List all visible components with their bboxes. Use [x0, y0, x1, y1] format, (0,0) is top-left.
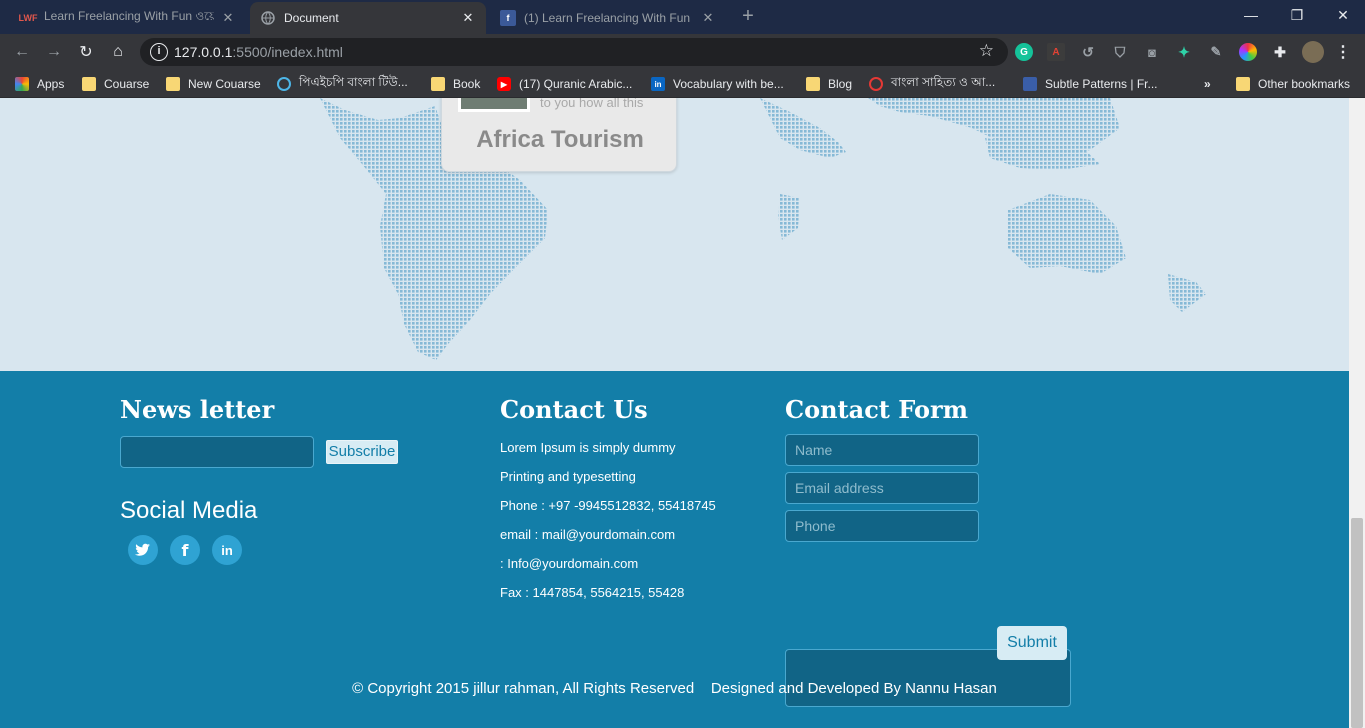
linkedin-icon: in	[651, 77, 665, 91]
page-viewport: to you how all this Africa Tourism News …	[0, 98, 1349, 728]
contact-fax: Fax : 1447854, 5564215, 55428	[500, 585, 685, 600]
bookmark-quranic-arabic[interactable]: ▶ (17) Quranic Arabic...	[497, 76, 632, 92]
address-bar[interactable]: i 127.0.0.1:5500/inedex.html ☆	[140, 38, 1008, 66]
linkedin-icon[interactable]: in	[212, 535, 242, 565]
contact-phone: Phone : +97 -9945512832, 55418745	[500, 498, 716, 513]
red-logo-icon	[869, 77, 883, 91]
folder-icon	[1236, 77, 1250, 91]
close-tab-icon[interactable]: ✕	[700, 10, 716, 26]
bookmark-subtle-patterns[interactable]: Subtle Patterns | Fr...	[1023, 76, 1158, 92]
newsletter-heading: News letter	[120, 395, 275, 424]
folder-icon	[806, 77, 820, 91]
puzzle-icon[interactable]: ✚	[1271, 43, 1289, 61]
close-window-icon[interactable]: ✕	[1320, 0, 1365, 30]
folder-icon	[431, 77, 445, 91]
phone-input[interactable]	[786, 511, 978, 541]
bookmark-blog[interactable]: Blog	[806, 76, 852, 92]
contact-info-email: : Info@yourdomain.com	[500, 556, 639, 571]
bird-icon[interactable]: ✦	[1175, 43, 1193, 61]
grammarly-icon[interactable]: G	[1015, 43, 1033, 61]
globe-icon	[260, 10, 276, 26]
bookmarks-bar: Apps Couarse New Couarse পিএইচপি বাংলা ট…	[0, 70, 1365, 98]
bookmark-book[interactable]: Book	[431, 76, 480, 92]
contact-form-heading: Contact Form	[785, 395, 969, 424]
social-media-heading: Social Media	[120, 497, 258, 524]
scrollbar-thumb[interactable]	[1351, 518, 1363, 728]
reload-icon[interactable]: ↻	[74, 40, 98, 64]
world-map-section: to you how all this Africa Tourism	[0, 98, 1349, 371]
bookmark-new-couarse[interactable]: New Couarse	[166, 76, 261, 92]
close-tab-icon[interactable]: ✕	[220, 10, 236, 26]
lwf-favicon-icon: LWF	[18, 13, 38, 23]
folder-icon	[82, 77, 96, 91]
back-icon[interactable]: ←	[10, 40, 34, 64]
newsletter-email-input[interactable]	[120, 436, 314, 468]
camera-icon[interactable]: ◙	[1143, 43, 1161, 61]
apps-grid-icon	[15, 77, 29, 91]
copyright-text: © Copyright 2015 jillur rahman, All Righ…	[352, 680, 997, 697]
contact-us-heading: Contact Us	[500, 395, 648, 424]
contact-line: Lorem Ipsum is simply dummy	[500, 440, 676, 455]
africa-tourism-callout[interactable]: to you how all this Africa Tourism	[441, 98, 677, 172]
forward-icon[interactable]: →	[42, 40, 66, 64]
tab-title: Learn Freelancing With Fun ওয়ে	[44, 9, 214, 23]
bookmark-couarse[interactable]: Couarse	[82, 76, 149, 92]
phone-field[interactable]	[785, 510, 979, 542]
page-scrollbar[interactable]	[1349, 98, 1365, 728]
bookmark-bangla-sahitya[interactable]: বাংলা সাহিত্য ও আ...	[869, 75, 995, 92]
tab-learn-freelancing[interactable]: LWF Learn Freelancing With Fun ওয়ে ✕	[10, 2, 246, 34]
email-input[interactable]	[786, 473, 978, 503]
pen-icon[interactable]: ✎	[1207, 43, 1225, 61]
restore-icon[interactable]: ❐	[1274, 0, 1320, 30]
bookmark-other[interactable]: Other bookmarks	[1236, 76, 1350, 92]
facebook-icon[interactable]: f	[170, 535, 200, 565]
name-input[interactable]	[786, 435, 978, 465]
tab-strip: LWF Learn Freelancing With Fun ওয়ে ✕ Do…	[0, 0, 1365, 34]
color-picker-icon[interactable]	[1239, 43, 1257, 61]
contact-line: Printing and typesetting	[500, 469, 636, 484]
site-info-icon[interactable]: i	[150, 43, 168, 61]
tourism-thumbnail	[458, 98, 530, 112]
subscribe-button[interactable]: Subscribe	[326, 440, 398, 464]
youtube-icon: ▶	[497, 77, 511, 91]
tab-title: (1) Learn Freelancing With Fun	[524, 11, 691, 25]
callout-title: Africa Tourism	[476, 126, 644, 153]
tab-facebook[interactable]: f (1) Learn Freelancing With Fun ✕	[490, 2, 726, 34]
callout-subtitle: to you how all this	[540, 98, 644, 110]
facebook-favicon-icon: f	[500, 10, 516, 26]
submit-button[interactable]: Submit	[997, 626, 1067, 660]
pdf-icon[interactable]: A	[1047, 43, 1065, 61]
bookmark-vocabulary[interactable]: in Vocabulary with be...	[651, 76, 784, 92]
bookmark-apps[interactable]: Apps	[15, 76, 64, 92]
email-field[interactable]	[785, 472, 979, 504]
site-footer: News letter Subscribe Social Media f in …	[0, 371, 1349, 728]
tab-title: Document	[284, 11, 339, 25]
url-text[interactable]: 127.0.0.1:5500/inedex.html	[174, 44, 343, 60]
shield-icon[interactable]: ⛉	[1111, 43, 1129, 61]
new-tab-icon[interactable]: +	[736, 4, 760, 28]
twitter-icon[interactable]	[128, 535, 158, 565]
history-icon[interactable]: ↺	[1079, 43, 1097, 61]
home-icon[interactable]: ⌂	[106, 40, 130, 64]
folder-icon	[166, 77, 180, 91]
bookmark-star-icon[interactable]: ☆	[979, 41, 994, 61]
menu-icon[interactable]: ⋮	[1334, 43, 1352, 61]
contact-email: email : mail@yourdomain.com	[500, 527, 676, 542]
more-bookmarks-chevron-icon[interactable]: »	[1204, 76, 1211, 92]
pattern-icon	[1023, 77, 1037, 91]
target-icon	[277, 77, 291, 91]
name-field[interactable]	[785, 434, 979, 466]
close-tab-icon[interactable]: ✕	[460, 10, 476, 26]
minimize-icon[interactable]: —	[1228, 0, 1274, 30]
avatar[interactable]	[1302, 41, 1324, 63]
bookmark-php-bangla[interactable]: পিএইচপি বাংলা টিউ...	[277, 75, 408, 92]
tab-document[interactable]: Document ✕	[250, 2, 486, 34]
